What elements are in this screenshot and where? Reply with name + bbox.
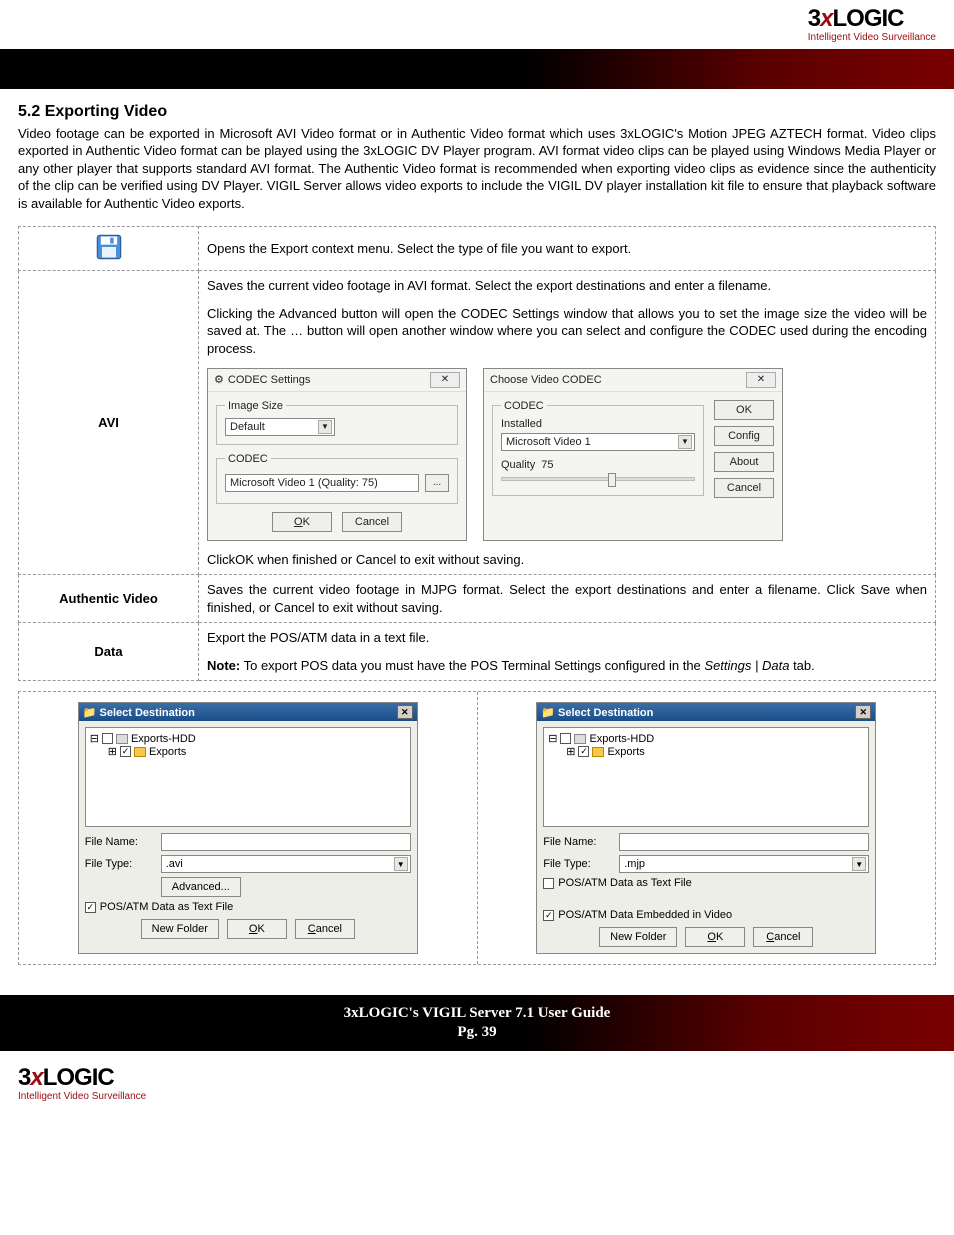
new-folder-button[interactable]: New Folder (599, 927, 677, 947)
file-type-label: File Type: (85, 858, 155, 870)
avi-desc: Saves the current video footage in AVI f… (199, 271, 936, 575)
file-name-label: File Name: (85, 836, 155, 848)
close-icon[interactable]: ✕ (855, 705, 871, 719)
avi-label: AVI (19, 271, 199, 575)
image-size-select[interactable]: Default▼ (225, 418, 335, 436)
cancel-button[interactable]: Cancel (342, 512, 402, 532)
logo-tagline: Intelligent Video Surveillance (808, 32, 936, 43)
data-note-text: To export POS data you must have the POS… (244, 658, 815, 673)
cancel-button[interactable]: Cancel (714, 478, 774, 498)
save-icon (95, 233, 123, 261)
cancel-button[interactable]: Cancel (753, 927, 813, 947)
formats-table: Opens the Export context menu. Select th… (18, 226, 936, 681)
authentic-video-label: Authentic Video (19, 575, 199, 623)
pos-text-checkbox[interactable]: POS/ATM Data as Text File (85, 901, 233, 913)
ok-button[interactable]: OK (272, 512, 332, 532)
advanced-button[interactable]: Advanced... (161, 877, 241, 897)
header-logo: 3xLOGIC Intelligent Video Surveillance (18, 0, 936, 45)
about-button[interactable]: About (714, 452, 774, 472)
close-icon[interactable]: ✕ (746, 372, 776, 388)
ok-button[interactable]: OK (685, 927, 745, 947)
codec-browse-button[interactable]: ... (425, 474, 449, 492)
file-type-label: File Type: (543, 858, 613, 870)
close-icon[interactable]: ✕ (430, 372, 460, 388)
new-folder-button[interactable]: New Folder (141, 919, 219, 939)
footer-logo: 3xLOGIC Intelligent Video Surveillance (18, 1061, 936, 1122)
data-desc: Export the POS/ATM data in a text file. … (199, 623, 936, 681)
file-name-label: File Name: (543, 836, 613, 848)
config-button[interactable]: Config (714, 426, 774, 446)
select-destination-mjp: 📁 Select Destination ✕ ⊟Exports-HDD ⊞Exp… (536, 702, 876, 954)
footer-title: 3xLOGIC's VIGIL Server 7.1 User Guide (344, 1005, 611, 1021)
ok-button[interactable]: OK (227, 919, 287, 939)
choose-codec-dialog: Choose Video CODEC ✕ CODEC Installed Mic… (483, 368, 783, 541)
destination-dialogs-row: 📁 Select Destination ✕ ⊟Exports-HDD ⊞Exp… (18, 691, 936, 965)
header-divider-bar (0, 49, 954, 89)
destination-tree[interactable]: ⊟Exports-HDD ⊞Exports (543, 727, 869, 827)
file-type-select[interactable]: .avi▼ (161, 855, 411, 873)
footer-bar: 3xLOGIC's VIGIL Server 7.1 User Guide Pg… (0, 995, 954, 1051)
section-heading: 5.2 Exporting Video (18, 103, 936, 121)
close-icon[interactable]: ✕ (397, 705, 413, 719)
pos-embed-checkbox[interactable]: POS/ATM Data Embedded in Video (543, 909, 732, 921)
file-name-input[interactable] (619, 833, 869, 851)
select-destination-avi: 📁 Select Destination ✕ ⊟Exports-HDD ⊞Exp… (78, 702, 418, 954)
quality-slider[interactable] (501, 477, 695, 481)
codec-name-field[interactable]: Microsoft Video 1 (Quality: 75) (225, 474, 419, 492)
file-name-input[interactable] (161, 833, 411, 851)
export-icon-cell (19, 227, 199, 271)
export-icon-desc: Opens the Export context menu. Select th… (199, 227, 936, 271)
cancel-button[interactable]: Cancel (295, 919, 355, 939)
footer-page: Pg. 39 (0, 1024, 954, 1041)
installed-codec-select[interactable]: Microsoft Video 1▼ (501, 433, 695, 451)
codec-settings-dialog: ⚙CODEC Settings ✕ Image Size Default▼ (207, 368, 467, 541)
pos-text-checkbox[interactable]: POS/ATM Data as Text File (543, 877, 691, 889)
ok-button[interactable]: OK (714, 400, 774, 420)
data-label: Data (19, 623, 199, 681)
authentic-video-desc: Saves the current video footage in MJPG … (199, 575, 936, 623)
intro-paragraph: Video footage can be exported in Microso… (18, 125, 936, 213)
destination-tree[interactable]: ⊟Exports-HDD ⊞Exports (85, 727, 411, 827)
file-type-select[interactable]: .mjp▼ (619, 855, 869, 873)
